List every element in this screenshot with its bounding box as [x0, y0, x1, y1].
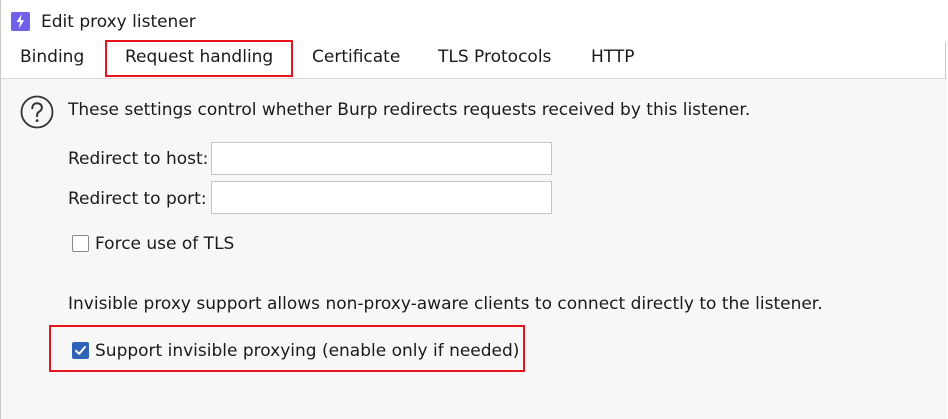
window-title: Edit proxy listener [41, 12, 196, 32]
tab-binding[interactable]: Binding [20, 38, 84, 76]
tab-bar: Binding Request handling Certificate TLS… [1, 38, 947, 78]
tab-tls-protocols[interactable]: TLS Protocols [438, 38, 551, 76]
force-tls-checkbox[interactable] [72, 235, 89, 252]
request-handling-panel: These settings control whether Burp redi… [1, 79, 947, 419]
redirect-port-input[interactable] [211, 181, 552, 214]
invisible-proxying-checkbox[interactable] [72, 342, 89, 359]
panel-description: These settings control whether Burp redi… [68, 100, 751, 120]
redirect-port-label: Redirect to port: [68, 189, 207, 209]
tab-certificate[interactable]: Certificate [312, 38, 400, 76]
invisible-proxying-label[interactable]: Support invisible proxying (enable only … [95, 340, 519, 362]
tab-http[interactable]: HTTP [591, 38, 635, 76]
edit-proxy-listener-dialog: Edit proxy listener Binding Request hand… [0, 0, 947, 419]
question-circle-icon[interactable] [20, 95, 54, 129]
title-bar: Edit proxy listener [1, 0, 947, 42]
invisible-proxy-description: Invisible proxy support allows non-proxy… [68, 294, 823, 314]
active-tab-highlight [105, 40, 293, 77]
burp-lightning-icon [11, 12, 30, 31]
redirect-host-input[interactable] [211, 142, 552, 175]
redirect-host-label: Redirect to host: [68, 149, 209, 169]
force-tls-label[interactable]: Force use of TLS [95, 233, 234, 255]
